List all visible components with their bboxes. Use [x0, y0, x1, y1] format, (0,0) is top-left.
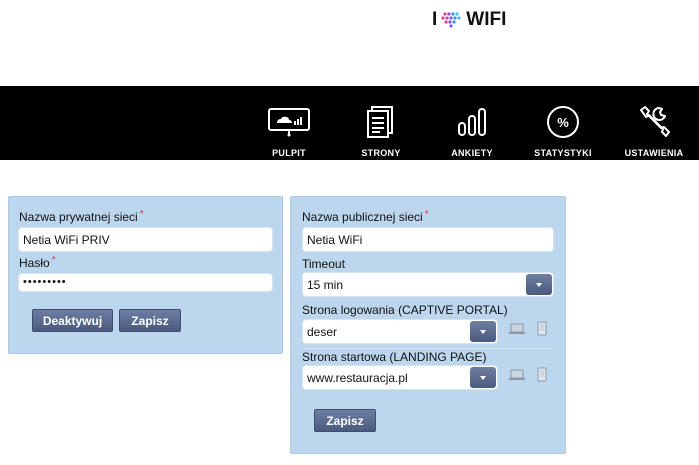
private-name-label: Nazwa prywatnej sieci *	[19, 209, 144, 224]
nav-item-ustawienia[interactable]: USTAWIENIA	[620, 86, 688, 160]
private-name-label-text: Nazwa prywatnej sieci	[19, 210, 138, 224]
logo-letter: I	[432, 9, 438, 30]
required-mark: *	[51, 255, 56, 266]
landing-page-select[interactable]: www.restauracja.pl	[302, 365, 498, 390]
password-label: Hasło *	[19, 255, 56, 270]
save-private-button[interactable]: Zapisz	[119, 309, 181, 332]
public-name-label: Nazwa publicznej sieci *	[302, 209, 429, 224]
timeout-value: 15 min	[307, 278, 344, 292]
nav-label: STATYSTYKI	[534, 148, 592, 158]
private-name-input[interactable]: Netia WiFi PRIV	[18, 227, 273, 252]
nav-label: STRONY	[361, 148, 401, 158]
desktop-icon[interactable]	[509, 323, 525, 335]
top-header: I WIFI	[0, 0, 699, 86]
timeout-select[interactable]: 15 min	[302, 272, 554, 297]
divider	[302, 348, 552, 349]
logo-text: WIFI	[466, 9, 507, 30]
nav-label: PULPIT	[272, 148, 306, 158]
password-label-text: Hasło	[19, 256, 50, 270]
deactivate-button[interactable]: Deaktywuj	[32, 309, 113, 332]
logo[interactable]: I WIFI	[432, 9, 506, 31]
required-mark: *	[424, 209, 429, 220]
nav-item-pulpit[interactable]: PULPIT	[263, 86, 315, 160]
heart-dots-icon	[441, 12, 461, 28]
nav-item-ankiety[interactable]: ANKIETY	[446, 86, 498, 160]
public-network-panel: Nazwa publicznej sieci * Netia WiFi Timeo…	[290, 196, 566, 454]
save-public-button[interactable]: Zapisz	[314, 409, 376, 432]
nav-label: USTAWIENIA	[624, 148, 684, 158]
chevron-down-icon[interactable]	[526, 274, 552, 295]
percent-icon: %	[547, 106, 579, 138]
public-name-input[interactable]: Netia WiFi	[302, 227, 554, 252]
nav-item-statystyki[interactable]: % STATYSTYKI	[530, 86, 596, 160]
mobile-icon[interactable]	[537, 367, 547, 382]
required-mark: *	[139, 209, 144, 220]
chevron-down-icon[interactable]	[470, 321, 496, 342]
wrench-icon	[640, 106, 670, 137]
desktop-icon[interactable]	[509, 369, 525, 381]
chevron-down-icon[interactable]	[470, 367, 496, 388]
pages-icon	[367, 106, 393, 138]
captive-portal-label: Strona logowania (CAPTIVE PORTAL)	[302, 303, 508, 317]
survey-chart-icon	[458, 108, 486, 136]
public-name-label-text: Nazwa publicznej sieci	[302, 210, 423, 224]
landing-page-value: www.restauracja.pl	[307, 371, 408, 385]
mobile-icon[interactable]	[537, 321, 547, 336]
captive-portal-value: deser	[307, 325, 338, 339]
nav-label: ANKIETY	[451, 148, 493, 158]
password-input[interactable]: •••••••••	[18, 273, 273, 292]
landing-page-label: Strona startowa (LANDING PAGE)	[302, 350, 487, 364]
nav-item-strony[interactable]: STRONY	[355, 86, 407, 160]
main-navigation: PULPIT STRONY ANKIETY % STATYSTYKI USTAW…	[0, 86, 699, 160]
timeout-label: Timeout	[302, 257, 345, 271]
private-network-panel: Nazwa prywatnej sieci * Netia WiFi PRIV H…	[8, 196, 283, 354]
captive-portal-select[interactable]: deser	[302, 319, 498, 344]
dashboard-icon	[268, 108, 310, 137]
svg-text:%: %	[557, 115, 569, 130]
